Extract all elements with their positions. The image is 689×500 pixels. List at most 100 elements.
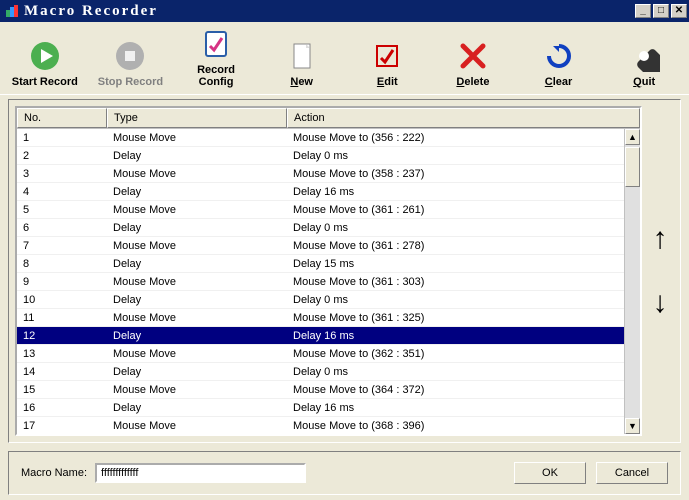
cell-type: Delay — [107, 186, 287, 198]
cell-action: Mouse Move to (361 : 278) — [287, 240, 624, 252]
delete-label-rest: elete — [464, 76, 489, 88]
cell-type: Mouse Move — [107, 384, 287, 396]
macro-name-input[interactable] — [95, 463, 305, 483]
cell-type: Mouse Move — [107, 420, 287, 432]
stop-record-label: Stop Record — [94, 76, 168, 88]
table-row[interactable]: 5Mouse MoveMouse Move to (361 : 261) — [17, 201, 624, 219]
cell-action: Mouse Move to (364 : 372) — [287, 384, 624, 396]
clear-label-rest: lear — [553, 76, 573, 88]
cell-no: 3 — [17, 168, 107, 180]
table-row[interactable]: 7Mouse MoveMouse Move to (361 : 278) — [17, 237, 624, 255]
window-title: Macro Recorder — [24, 3, 635, 20]
new-button[interactable]: New — [265, 38, 339, 92]
scroll-thumb[interactable] — [625, 147, 640, 187]
toolbar: Start Record Stop Record Record Config N… — [0, 22, 689, 95]
side-arrows: ↑ ↓ — [646, 106, 674, 436]
cell-no: 12 — [17, 330, 107, 342]
cell-no: 1 — [17, 132, 107, 144]
macro-list[interactable]: No. Type Action 1Mouse MoveMouse Move to… — [15, 106, 642, 436]
quit-button[interactable]: Quit — [607, 38, 681, 92]
table-row[interactable]: 11Mouse MoveMouse Move to (361 : 325) — [17, 309, 624, 327]
col-header-action[interactable]: Action — [287, 108, 640, 128]
cell-action: Delay 16 ms — [287, 186, 624, 198]
cell-no: 13 — [17, 348, 107, 360]
table-row[interactable]: 9Mouse MoveMouse Move to (361 : 303) — [17, 273, 624, 291]
cell-type: Delay — [107, 258, 287, 270]
cell-action: Mouse Move to (362 : 351) — [287, 348, 624, 360]
cell-no: 9 — [17, 276, 107, 288]
start-record-label: Start Record — [8, 76, 82, 88]
cell-type: Delay — [107, 222, 287, 234]
maximize-button[interactable]: □ — [653, 4, 669, 18]
scroll-down-button[interactable]: ▼ — [625, 418, 640, 434]
col-header-type[interactable]: Type — [107, 108, 287, 128]
table-row[interactable]: 10DelayDelay 0 ms — [17, 291, 624, 309]
footer: Macro Name: OK Cancel — [8, 451, 681, 495]
record-config-button[interactable]: Record Config — [179, 26, 253, 92]
table-row[interactable]: 14DelayDelay 0 ms — [17, 363, 624, 381]
move-up-button[interactable]: ↑ — [653, 224, 668, 254]
cell-action: Mouse Move to (368 : 396) — [287, 420, 624, 432]
cell-action: Mouse Move to (361 : 303) — [287, 276, 624, 288]
record-config-label: Record Config — [179, 64, 253, 88]
cell-type: Delay — [107, 366, 287, 378]
table-row[interactable]: 12DelayDelay 16 ms — [17, 327, 624, 345]
cell-action: Delay 0 ms — [287, 366, 624, 378]
ok-button[interactable]: OK — [514, 462, 586, 484]
minimize-button[interactable]: _ — [635, 4, 651, 18]
cell-action: Mouse Move to (361 : 325) — [287, 312, 624, 324]
edit-icon — [371, 40, 403, 72]
stop-record-icon — [114, 40, 146, 72]
cell-no: 8 — [17, 258, 107, 270]
cell-no: 16 — [17, 402, 107, 414]
table-row[interactable]: 8DelayDelay 15 ms — [17, 255, 624, 273]
clear-button[interactable]: Clear — [522, 38, 596, 92]
cell-no: 17 — [17, 420, 107, 432]
cell-no: 15 — [17, 384, 107, 396]
move-down-button[interactable]: ↓ — [653, 288, 668, 318]
col-header-no[interactable]: No. — [17, 108, 107, 128]
cell-no: 14 — [17, 366, 107, 378]
table-row[interactable]: 6DelayDelay 0 ms — [17, 219, 624, 237]
scroll-track[interactable] — [625, 187, 640, 418]
cell-type: Delay — [107, 294, 287, 306]
table-row[interactable]: 2DelayDelay 0 ms — [17, 147, 624, 165]
cell-action: Delay 16 ms — [287, 402, 624, 414]
cell-action: Mouse Move to (356 : 222) — [287, 132, 624, 144]
new-label-rest: ew — [298, 76, 313, 88]
rows-host[interactable]: 1Mouse MoveMouse Move to (356 : 222)2Del… — [17, 129, 624, 434]
list-scrollbar[interactable]: ▲ ▼ — [624, 129, 640, 434]
scroll-up-button[interactable]: ▲ — [625, 129, 640, 145]
table-row[interactable]: 3Mouse MoveMouse Move to (358 : 237) — [17, 165, 624, 183]
table-row[interactable]: 17Mouse MoveMouse Move to (368 : 396) — [17, 417, 624, 434]
edit-label-rest: dit — [384, 76, 397, 88]
close-button[interactable]: ✕ — [671, 4, 687, 18]
start-record-icon — [29, 40, 61, 72]
start-record-button[interactable]: Start Record — [8, 38, 82, 92]
cell-no: 6 — [17, 222, 107, 234]
quit-icon — [628, 40, 660, 72]
cell-type: Delay — [107, 150, 287, 162]
cell-type: Mouse Move — [107, 240, 287, 252]
cell-action: Mouse Move to (358 : 237) — [287, 168, 624, 180]
cancel-button[interactable]: Cancel — [596, 462, 668, 484]
table-row[interactable]: 16DelayDelay 16 ms — [17, 399, 624, 417]
record-config-icon — [200, 28, 232, 60]
table-row[interactable]: 13Mouse MoveMouse Move to (362 : 351) — [17, 345, 624, 363]
cell-type: Delay — [107, 330, 287, 342]
table-row[interactable]: 15Mouse MoveMouse Move to (364 : 372) — [17, 381, 624, 399]
table-row[interactable]: 4DelayDelay 16 ms — [17, 183, 624, 201]
cell-action: Delay 16 ms — [287, 330, 624, 342]
cell-no: 10 — [17, 294, 107, 306]
clear-icon — [543, 40, 575, 72]
edit-button[interactable]: Edit — [351, 38, 425, 92]
cell-action: Delay 15 ms — [287, 258, 624, 270]
cell-type: Mouse Move — [107, 312, 287, 324]
cell-type: Mouse Move — [107, 204, 287, 216]
list-panel: No. Type Action 1Mouse MoveMouse Move to… — [8, 99, 681, 443]
cell-action: Mouse Move to (361 : 261) — [287, 204, 624, 216]
quit-label-rest: uit — [642, 76, 655, 88]
stop-record-button: Stop Record — [94, 38, 168, 92]
table-row[interactable]: 1Mouse MoveMouse Move to (356 : 222) — [17, 129, 624, 147]
delete-button[interactable]: Delete — [436, 38, 510, 92]
